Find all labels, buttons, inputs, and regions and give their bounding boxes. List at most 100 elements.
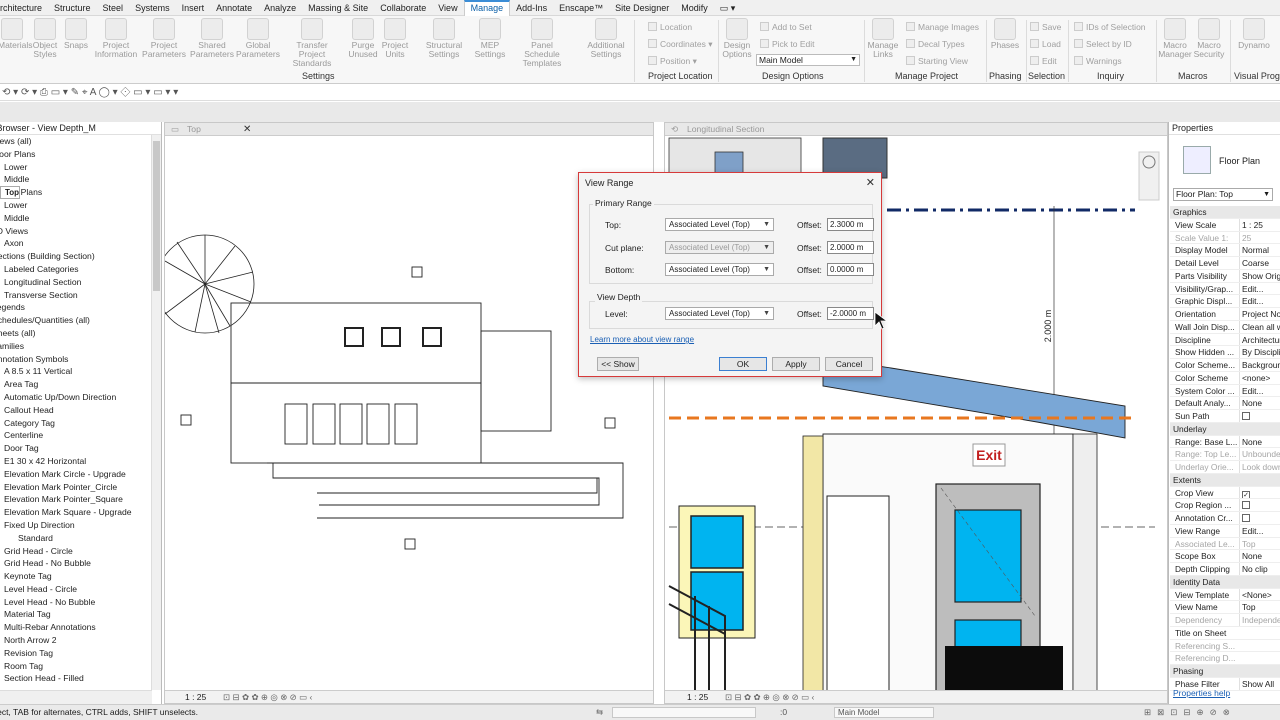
tree-item[interactable]: Elevation Mark Pointer_Square [0, 493, 161, 506]
view-controls-icons[interactable]: ⊡ ⊟ ✿ ✿ ⊕ ◎ ⊗ ⊘ ▭ ‹ [223, 691, 312, 703]
pick-to-edit-button[interactable]: Pick to Edit [760, 39, 815, 49]
checkbox[interactable] [1242, 514, 1250, 522]
load-selection-button[interactable]: Load [1030, 39, 1061, 49]
property-row[interactable]: Default Analy... None [1170, 397, 1280, 411]
tree-item[interactable]: E1 30 x 42 Horizontal [0, 455, 161, 468]
macro-security-button[interactable]: Macro Security [1192, 16, 1226, 59]
property-group-header[interactable]: Graphics [1170, 206, 1280, 219]
checkbox[interactable] [1242, 501, 1250, 510]
property-value[interactable]: Edit... [1239, 524, 1280, 537]
property-value[interactable]: <none> [1239, 371, 1280, 384]
tree-item[interactable]: Multi-Rebar Annotations [0, 621, 161, 634]
ribbon-tab-collaborate[interactable]: Collaborate [374, 0, 432, 16]
phases-button[interactable]: Phases [988, 16, 1022, 50]
snaps-button[interactable]: Snaps [62, 16, 90, 50]
tree-item[interactable]: Middle [0, 212, 161, 225]
view-controls-icons[interactable]: ⊡ ⊟ ✿ ✿ ⊕ ◎ ⊗ ⊘ ▭ ‹ [725, 691, 814, 703]
property-row[interactable]: System Color ... Edit... [1170, 384, 1280, 398]
property-value[interactable]: None [1239, 550, 1280, 563]
tree-item[interactable]: Top [0, 186, 21, 200]
range-level-select[interactable]: Associated Level (Top) ▼ [665, 263, 774, 276]
range-offset-input[interactable]: 0.0000 m [827, 263, 874, 276]
range-level-select[interactable]: Associated Level (Top) ▼ [665, 240, 774, 254]
tree-item[interactable]: Longitudinal Section [0, 276, 161, 289]
worksets-icon[interactable]: ⇆ [596, 705, 603, 720]
edit-selection-button[interactable]: Edit [1030, 56, 1057, 66]
property-value[interactable] [1239, 499, 1280, 512]
ribbon-tab-insert[interactable]: Insert [176, 0, 211, 16]
ribbon-tab-manage[interactable]: Manage [463, 0, 511, 16]
tree-item[interactable]: Floor Plans [0, 148, 161, 161]
browser-scrollbar[interactable] [151, 135, 161, 690]
tree-item[interactable]: North Arrow 2 [0, 634, 161, 647]
purge-unused-button[interactable]: Purge Unused [348, 16, 378, 59]
property-value[interactable]: Architectural [1239, 333, 1280, 346]
selection-filter-icons[interactable]: ⊞⊠⊡⊟⊕⊘⊗ [1144, 705, 1236, 720]
property-row[interactable]: Discipline Architectural [1170, 333, 1280, 347]
tree-item[interactable]: Ceiling Plans [0, 186, 161, 199]
mep-settings-button[interactable]: MEP Settings [470, 16, 510, 59]
property-row[interactable]: Orientation Project North [1170, 308, 1280, 321]
manage-images-button[interactable]: Manage Images [906, 22, 979, 32]
view-scale-label[interactable]: 1 : 25 [687, 691, 708, 703]
tree-item[interactable]: Room Tag [0, 660, 161, 673]
tree-item[interactable]: Views (all) [0, 135, 161, 148]
tree-item[interactable]: Sections (Building Section) [0, 250, 161, 263]
coordinates-button[interactable]: Coordinates ▾ [648, 39, 712, 50]
close-icon[interactable]: ✕ [866, 176, 875, 189]
view-tab-longitudinal[interactable]: ⟲ Longitudinal Section [665, 123, 1167, 136]
property-row[interactable]: Scale Value 1: 25 [1170, 231, 1280, 245]
tree-item[interactable]: Schedules/Quantities (all) [0, 314, 161, 327]
design-options-button[interactable]: Design Options [720, 16, 754, 59]
tree-item[interactable]: Keynote Tag [0, 570, 161, 583]
property-value[interactable]: Project North [1239, 308, 1280, 320]
tree-item[interactable]: Level Head - Circle [0, 583, 161, 596]
property-value[interactable]: Top [1239, 601, 1280, 614]
ribbon-tab-view[interactable]: View [432, 0, 463, 16]
browser-hscrollbar[interactable] [0, 690, 152, 704]
property-row[interactable]: Visibility/Grap... Edit... [1170, 282, 1280, 296]
tree-item[interactable]: Category Tag [0, 417, 161, 430]
scroll-thumb[interactable] [153, 141, 160, 291]
checkbox[interactable] [1242, 412, 1250, 420]
tree-item[interactable]: Material Tag [0, 608, 161, 621]
property-value[interactable]: Unbounded [1239, 448, 1280, 461]
properties-help-link[interactable]: Properties help [1173, 688, 1230, 698]
manage-links-button[interactable]: Manage Links [866, 16, 900, 59]
property-row[interactable]: Color Scheme <none> [1170, 371, 1280, 385]
ribbon-tab-site-designer[interactable]: Site Designer [609, 0, 675, 16]
ok-button[interactable]: OK [719, 357, 767, 371]
tree-item[interactable]: Door Tag [0, 442, 161, 455]
property-group-header[interactable]: Extents [1170, 473, 1280, 487]
ribbon-tab-annotate[interactable]: Annotate [210, 0, 258, 16]
view-scale-label[interactable]: 1 : 25 [185, 691, 206, 703]
ribbon-tab--[interactable]: ▭ ▾ [714, 0, 742, 16]
tree-item[interactable]: Axon [0, 237, 161, 250]
location-button[interactable]: Location [648, 22, 692, 32]
property-row[interactable]: Dependency Independent [1170, 614, 1280, 627]
transfer-project-standards-button[interactable]: Transfer Project Standards [284, 16, 340, 68]
property-row[interactable]: View Range Edit... [1170, 524, 1280, 538]
property-value[interactable] [1239, 512, 1280, 524]
tree-item[interactable]: Families [0, 340, 161, 353]
ribbon-tab-analyze[interactable]: Analyze [258, 0, 302, 16]
position-button[interactable]: Position ▾ [648, 56, 697, 67]
ids-of-selection-button[interactable]: IDs of Selection [1074, 22, 1146, 32]
property-value[interactable]: 25 [1239, 231, 1280, 244]
depth-offset-input[interactable]: -2.0000 m [827, 307, 874, 320]
ribbon-tab-add-ins[interactable]: Add-Ins [510, 0, 553, 16]
property-value[interactable] [1239, 410, 1280, 422]
dynamo-button[interactable]: Dynamo [1234, 16, 1274, 50]
tree-item[interactable]: Elevation Mark Pointer_Circle [0, 481, 161, 494]
property-row[interactable]: Detail Level Coarse [1170, 257, 1280, 270]
status-design-option-select[interactable]: Main Model [834, 707, 934, 718]
ribbon-tab-structure[interactable]: Structure [48, 0, 97, 16]
tree-item[interactable]: Labeled Categories [0, 263, 161, 276]
tree-item[interactable]: Elevation Mark Circle - Upgrade [0, 468, 161, 481]
tree-item[interactable]: Centerline [0, 429, 161, 442]
materials-button[interactable]: Materials [0, 16, 32, 50]
tree-item[interactable]: 3D Views [0, 225, 161, 238]
checked-checkbox[interactable]: ✓ [1242, 490, 1250, 499]
property-row[interactable]: Show Hidden ... By Discipline [1170, 346, 1280, 360]
project-units-button[interactable]: Project Units [380, 16, 410, 59]
